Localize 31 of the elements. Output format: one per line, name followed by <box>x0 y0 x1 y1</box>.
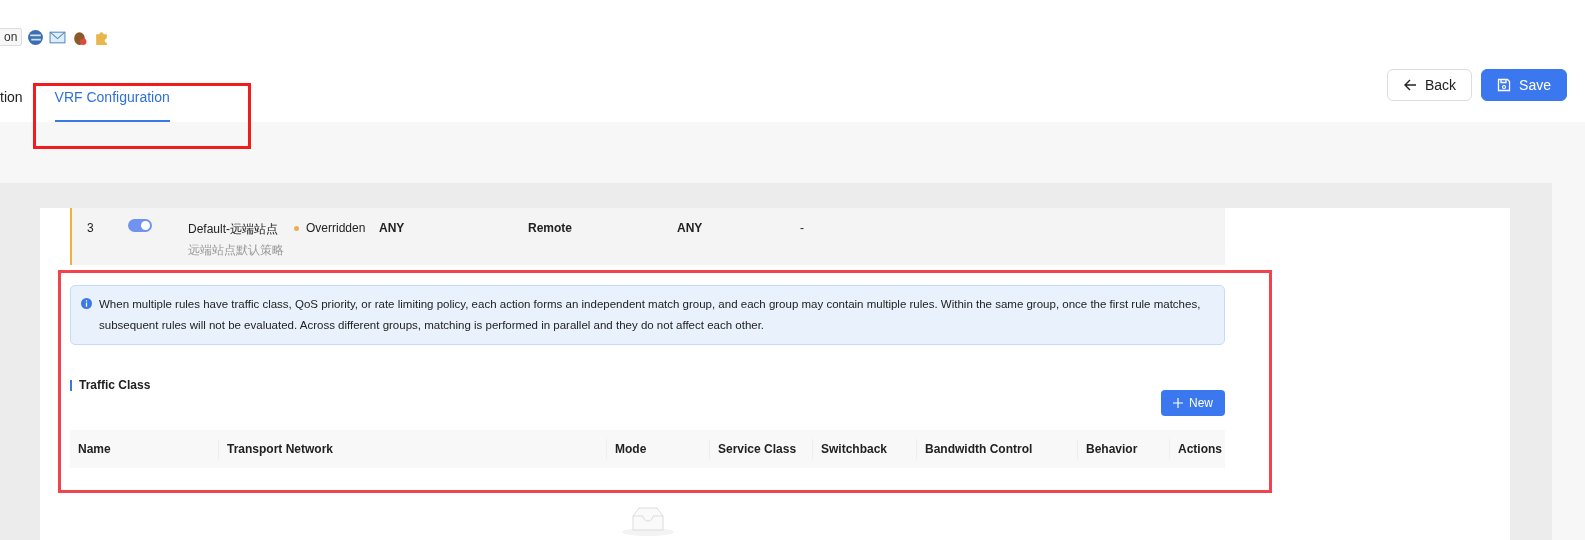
toolbar-button[interactable]: on <box>0 28 23 46</box>
status-label: Overridden <box>306 221 366 235</box>
column-header: Service Class <box>709 439 812 459</box>
save-button[interactable]: Save <box>1481 69 1567 101</box>
table-cell-text: - <box>800 221 805 235</box>
globe-icon[interactable] <box>27 28 45 46</box>
table-cell-text: Remote <box>528 221 573 235</box>
rule-name: Default-远端站点 <box>188 221 280 238</box>
alert-text: When multiple rules have traffic class, QoS priority, or rate limiting policy, each action forms an independent match group, and each group may contain multiple rules. Within the same group, once the first rule matches, subsequent rules will not be evaluated. Across different groups, matching is performed in parallel and they do not affect each other. <box>99 298 1201 331</box>
rule-description: 远端站点默认策略 <box>188 242 285 259</box>
tab[interactable]: tion <box>0 84 23 122</box>
table-cell-text: ANY <box>677 221 704 235</box>
new-button[interactable]: New <box>1161 390 1225 416</box>
column-header: Actions <box>1169 439 1225 459</box>
column-header: Switchback <box>812 439 916 459</box>
section-title: Traffic Class <box>79 378 151 392</box>
rule-row[interactable]: 3 Default-远端站点 远端站点默认策略 Overridden ANY Remote ANY - <box>70 208 1225 265</box>
column-header: Behavior <box>1077 439 1169 459</box>
plus-icon <box>1173 398 1183 408</box>
column-header: Name <box>77 441 112 458</box>
info-icon <box>81 298 92 309</box>
column-header: Mode <box>606 439 709 459</box>
floppy-disk-icon <box>1497 78 1512 92</box>
toggle-switch[interactable] <box>128 219 152 232</box>
empty-inbox-icon <box>620 506 675 536</box>
back-button[interactable]: Back <box>1386 69 1473 101</box>
table-cell-text: ANY <box>379 221 406 235</box>
column-header: Bandwidth Control <box>916 439 1077 459</box>
column-header: Transport Network <box>218 439 606 459</box>
row-index: 3 <box>86 221 95 235</box>
arrow-left-icon <box>1402 78 1417 92</box>
